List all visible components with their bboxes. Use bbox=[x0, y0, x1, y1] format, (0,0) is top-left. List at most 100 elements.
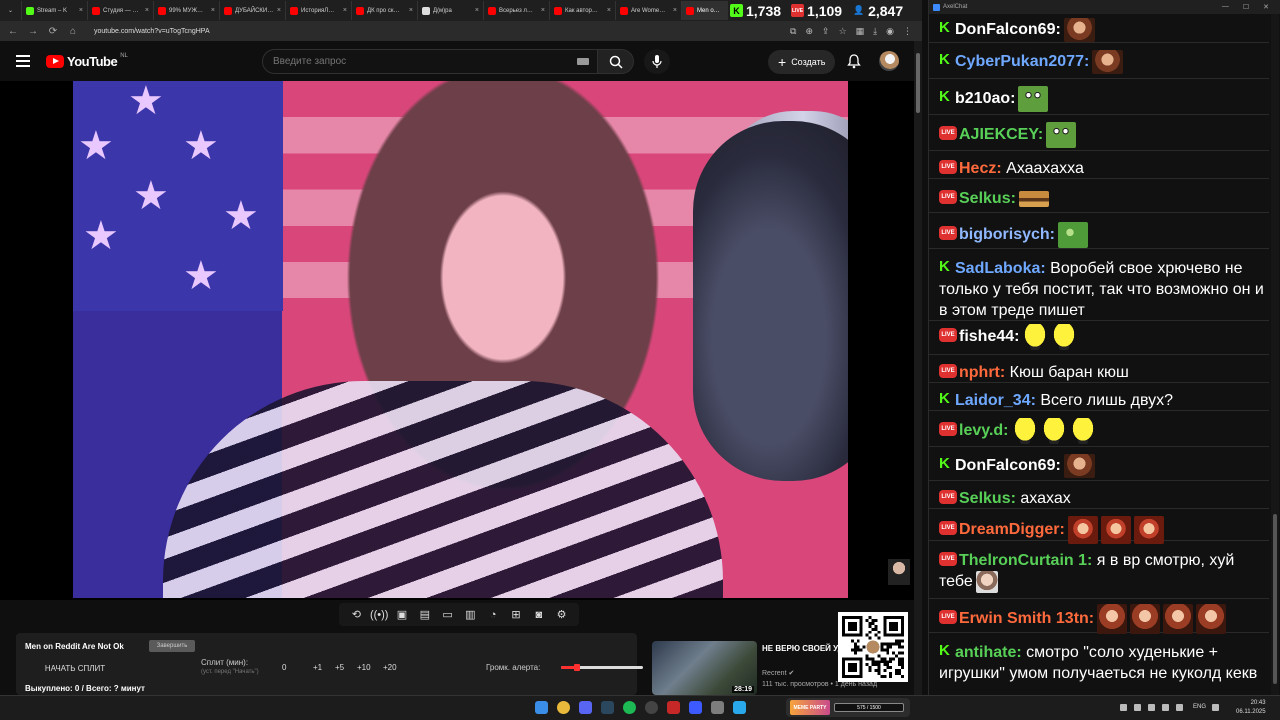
screenshot-settings-icon[interactable]: ▣ bbox=[394, 607, 409, 622]
spotify-icon[interactable] bbox=[623, 701, 636, 714]
chat-username[interactable]: fishe44: bbox=[959, 328, 1019, 345]
tab-close-icon[interactable]: × bbox=[145, 7, 149, 14]
video-frame[interactable]: ★ ★ ★ ★ ★ ★ ★ bbox=[73, 81, 848, 598]
chat-username[interactable]: bigborisych: bbox=[959, 226, 1055, 243]
wifi-icon[interactable] bbox=[1212, 704, 1219, 711]
video-player[interactable]: ★ ★ ★ ★ ★ ★ ★ bbox=[0, 81, 914, 600]
camera-icon[interactable]: ◙ bbox=[531, 607, 546, 622]
install-icon[interactable]: ⧉ bbox=[790, 26, 796, 37]
chat-username[interactable]: ThelronCurtain 1: bbox=[959, 552, 1092, 569]
split-finish-badge[interactable]: Завершить bbox=[149, 640, 195, 652]
meme-party-widget[interactable]: MEME PARTY 575 / 1500 bbox=[786, 698, 910, 717]
clapper-icon[interactable]: ▤ bbox=[417, 607, 432, 622]
tray-icon[interactable] bbox=[1134, 704, 1141, 711]
chat-message[interactable]: K SadLaboka: Воробей свое хрючево не толь… bbox=[939, 258, 1269, 321]
chat-username[interactable]: antihate: bbox=[955, 644, 1022, 661]
chat-message[interactable]: K DonFalcon69: bbox=[939, 454, 1269, 478]
keyboard-icon[interactable] bbox=[577, 58, 589, 65]
chat-message[interactable]: K Laidor_34: Всего лишь двух? bbox=[939, 390, 1269, 411]
telegram-icon[interactable] bbox=[733, 701, 746, 714]
chat-message[interactable]: LIVE DreamDigger: bbox=[939, 516, 1269, 544]
forward-icon[interactable]: → bbox=[28, 26, 38, 37]
create-button[interactable]: + Создать bbox=[768, 50, 836, 74]
increment-20-button[interactable]: +20 bbox=[383, 663, 397, 672]
alert-volume-slider[interactable] bbox=[561, 664, 643, 671]
gear-icon[interactable]: ⚙ bbox=[554, 607, 569, 622]
recommended-title[interactable]: НЕ ВЕРЮ СВОЕЙ УДАЧЕ RAIDERS bbox=[762, 643, 838, 654]
add-clip-icon[interactable]: ⊞ bbox=[508, 607, 523, 622]
browser-tab[interactable]: ИсторияЛ… × bbox=[286, 1, 352, 20]
tab-close-icon[interactable]: × bbox=[607, 7, 611, 14]
chat-message[interactable]: K CyberPukan2077: bbox=[939, 50, 1269, 74]
browser-tab[interactable]: Are Wome… × bbox=[616, 1, 682, 20]
back-icon[interactable]: ← bbox=[8, 26, 18, 37]
chat-username[interactable]: AJIEKCEY: bbox=[959, 126, 1043, 143]
chat-username[interactable]: Erwin Smith 13tn: bbox=[959, 610, 1094, 627]
reload-icon[interactable]: ⟳ bbox=[48, 26, 58, 37]
chat-message[interactable]: Kb210ao: bbox=[939, 86, 1269, 112]
chat-message[interactable]: K DonFalcon69: bbox=[939, 18, 1269, 42]
tab-close-icon[interactable]: × bbox=[79, 7, 83, 14]
tab-close-icon[interactable]: × bbox=[673, 7, 677, 14]
chat-username[interactable]: DonFalcon69: bbox=[955, 457, 1061, 474]
chat-message[interactable]: LIVE ThelronCurtain 1: я в вр смотрю, хуй… bbox=[939, 550, 1269, 593]
chat-username[interactable]: levy.d: bbox=[959, 422, 1009, 439]
browser-tab[interactable]: ДУБАЙСКИ… × bbox=[220, 1, 286, 20]
search-input[interactable] bbox=[263, 50, 553, 73]
account-avatar[interactable] bbox=[879, 51, 899, 71]
chrome-icon[interactable] bbox=[557, 701, 570, 714]
tab-close-icon[interactable]: × bbox=[475, 7, 479, 14]
chat-message[interactable]: LIVE Hecz: Ахаахахха bbox=[939, 158, 1269, 179]
tray-icon[interactable] bbox=[1120, 704, 1127, 711]
downloads-icon[interactable]: ⤓ bbox=[873, 26, 877, 37]
start-menu-icon[interactable] bbox=[535, 701, 548, 714]
chat-username[interactable]: DreamDigger: bbox=[959, 521, 1065, 538]
browser-tab[interactable]: Д(м)ра × bbox=[418, 1, 484, 20]
chat-username[interactable]: SadLaboka: bbox=[955, 260, 1046, 277]
chat-username[interactable]: DonFalcon69: bbox=[955, 21, 1061, 38]
browser-tab[interactable]: 99% МУЖ… × bbox=[154, 1, 220, 20]
loop-icon[interactable]: ⟲ bbox=[349, 607, 364, 622]
theater-icon[interactable]: ▥ bbox=[463, 607, 478, 622]
search-box[interactable] bbox=[262, 49, 598, 74]
steam-icon[interactable] bbox=[601, 701, 614, 714]
increment-5-button[interactable]: +5 bbox=[335, 663, 344, 672]
chat-username[interactable]: Selkus: bbox=[959, 190, 1016, 207]
notifications-bell-icon[interactable] bbox=[846, 53, 862, 69]
close-icon[interactable]: ✕ bbox=[1263, 3, 1269, 11]
tab-close-icon[interactable]: × bbox=[277, 7, 281, 14]
tab-close-icon[interactable]: × bbox=[541, 7, 545, 14]
chat-username[interactable]: Laidor_34: bbox=[955, 392, 1036, 409]
minimize-icon[interactable]: — bbox=[1222, 3, 1229, 11]
home-icon[interactable]: ⌂ bbox=[68, 26, 78, 37]
voice-search-button[interactable] bbox=[644, 49, 670, 74]
page-scrollbar[interactable] bbox=[914, 41, 922, 695]
aspect-ratio-icon[interactable]: ▭ bbox=[440, 607, 455, 622]
browser-tab[interactable]: Stream – K × bbox=[22, 1, 88, 20]
chat-username[interactable]: Selkus: bbox=[959, 490, 1016, 507]
bookmark-star-icon[interactable]: ☆ bbox=[839, 26, 847, 37]
chat-username[interactable]: nphrt: bbox=[959, 364, 1005, 381]
menu-icon[interactable]: ⋮ bbox=[903, 26, 912, 37]
split-minutes-value[interactable]: 0 bbox=[282, 663, 286, 672]
search-button[interactable] bbox=[598, 49, 634, 74]
speed-icon[interactable]: ◔ bbox=[486, 607, 501, 622]
app2-icon[interactable] bbox=[689, 701, 702, 714]
app3-icon[interactable] bbox=[711, 701, 724, 714]
url-field[interactable]: youtube.com/watch?v=uTogTcngHPA bbox=[94, 28, 210, 35]
zoom-icon[interactable]: ⊕ bbox=[805, 26, 813, 37]
tab-list-button[interactable]: ⌄ bbox=[4, 1, 22, 20]
broadcast-icon[interactable]: ((•)) bbox=[370, 607, 389, 622]
increment-1-button[interactable]: +1 bbox=[313, 663, 322, 672]
system-clock[interactable]: 20:43 06.11.2025 bbox=[1236, 699, 1266, 717]
chat-message[interactable]: LIVE nphrt: Кюш баран кюш bbox=[939, 362, 1269, 383]
input-language[interactable]: ENG bbox=[1193, 704, 1206, 710]
tab-close-icon[interactable]: × bbox=[409, 7, 413, 14]
tray-icon[interactable] bbox=[1176, 704, 1183, 711]
profile-icon[interactable]: ◉ bbox=[886, 26, 894, 37]
youtube-logo[interactable]: YouTube NL bbox=[46, 53, 128, 69]
menu-icon[interactable] bbox=[16, 55, 30, 67]
browser-tab[interactable]: ДК про ск… × bbox=[352, 1, 418, 20]
recommended-thumbnail[interactable]: 28:19 bbox=[652, 641, 757, 695]
tab-close-icon[interactable]: × bbox=[343, 7, 347, 14]
